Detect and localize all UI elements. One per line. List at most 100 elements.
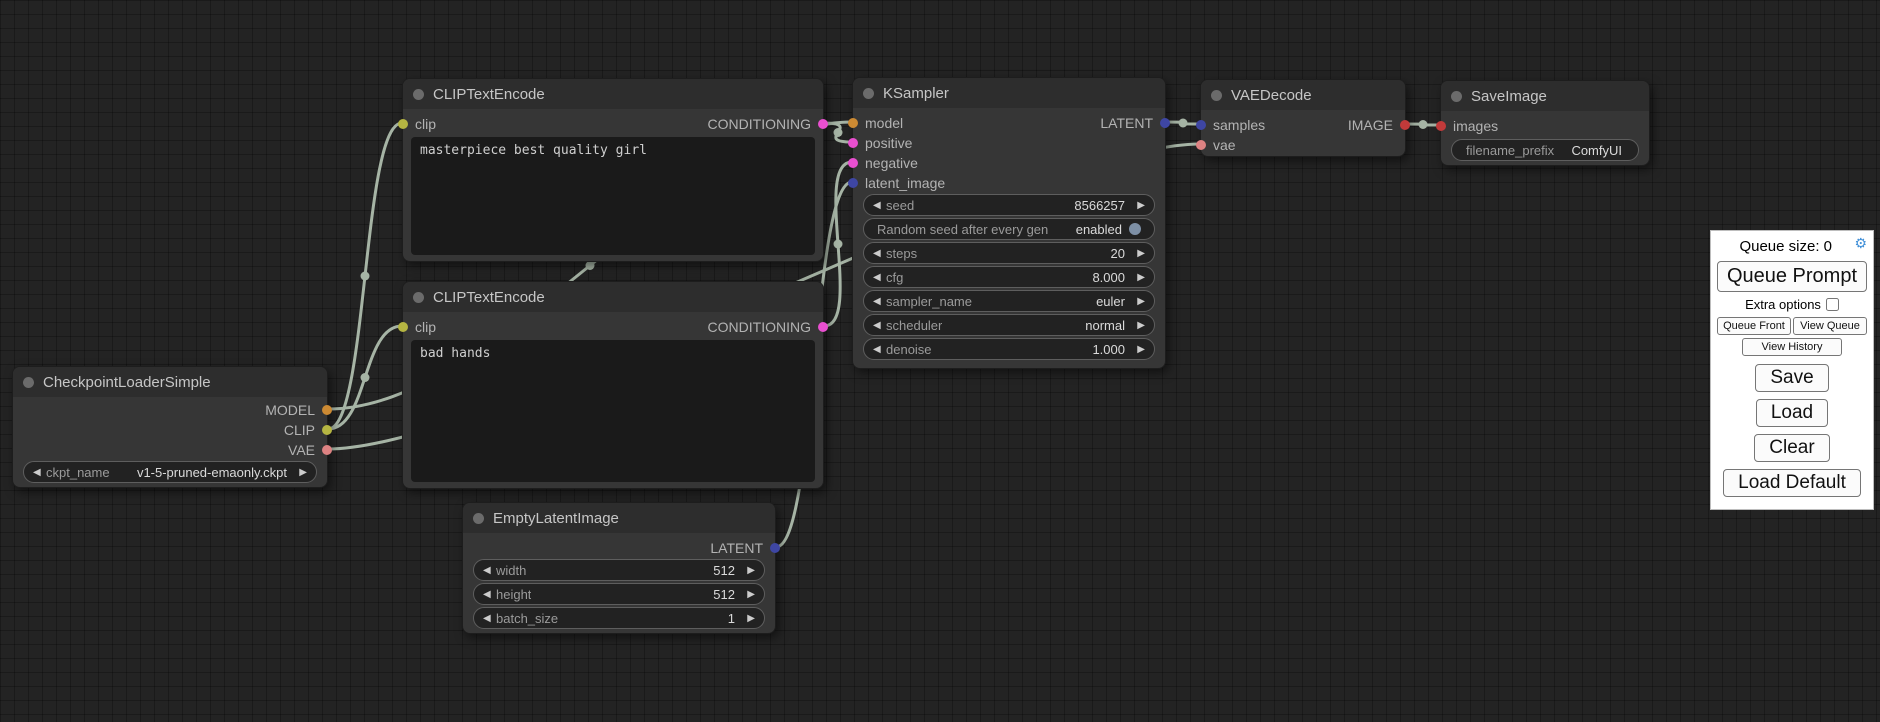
widget-label: batch_size (496, 611, 558, 626)
output-port-vae: VAE (288, 440, 327, 460)
increment-arrow-icon[interactable]: ▶ (1132, 200, 1145, 211)
view-queue-button[interactable]: View Queue (1793, 317, 1867, 335)
latent-port-dot-icon[interactable] (1160, 118, 1170, 128)
node-clip-text-encode-negative[interactable]: CLIPTextEncode clip CONDITIONING bad han… (402, 281, 824, 489)
output-port-conditioning: CONDITIONING (708, 114, 823, 134)
collapse-dot-icon[interactable] (1211, 90, 1222, 101)
node-clip-text-encode-positive[interactable]: CLIPTextEncode clip CONDITIONING masterp… (402, 78, 824, 262)
image-port-dot-icon[interactable] (1400, 120, 1410, 130)
node-save-image[interactable]: SaveImage images filename_prefix ComfyUI (1440, 80, 1650, 166)
collapse-dot-icon[interactable] (413, 89, 424, 100)
collapse-dot-icon[interactable] (863, 88, 874, 99)
widget-value: 8566257 (1067, 198, 1132, 213)
seed-widget[interactable]: ◀ seed 8566257 ▶ (863, 194, 1155, 216)
collapse-dot-icon[interactable] (1451, 91, 1462, 102)
node-vae-decode[interactable]: VAEDecode samples vae IMAGE (1200, 79, 1406, 157)
node-title-bar[interactable]: KSampler (853, 78, 1165, 108)
save-button[interactable]: Save (1755, 364, 1828, 392)
conditioning-port-dot-icon[interactable] (848, 158, 858, 168)
increment-arrow-icon[interactable]: ▶ (742, 565, 755, 576)
vae-port-dot-icon[interactable] (1196, 140, 1206, 150)
positive-prompt-textarea[interactable]: masterpiece best quality girl (411, 137, 815, 255)
comfyui-app: { "canvas": { "wire_color": "#a6b4a5", "… (0, 0, 1880, 722)
ckpt-name-widget[interactable]: ◀ ckpt_name v1-5-pruned-emaonly.ckpt ▶ (23, 461, 317, 483)
decrement-arrow-icon[interactable]: ◀ (873, 248, 886, 259)
port-label: vae (1213, 137, 1236, 153)
filename-prefix-widget[interactable]: filename_prefix ComfyUI (1451, 139, 1639, 161)
sampler-name-widget[interactable]: ◀ sampler_name euler ▶ (863, 290, 1155, 312)
latent-port-dot-icon[interactable] (770, 543, 780, 553)
decrement-arrow-icon[interactable]: ◀ (873, 272, 886, 283)
decrement-arrow-icon[interactable]: ◀ (483, 589, 496, 600)
image-port-dot-icon[interactable] (1436, 121, 1446, 131)
scheduler-widget[interactable]: ◀ scheduler normal ▶ (863, 314, 1155, 336)
negative-prompt-textarea[interactable]: bad hands (411, 340, 815, 482)
widget-label: steps (886, 246, 917, 261)
decrement-arrow-icon[interactable]: ◀ (483, 565, 496, 576)
conditioning-port-dot-icon[interactable] (818, 119, 828, 129)
increment-arrow-icon[interactable]: ▶ (1132, 272, 1145, 283)
collapse-dot-icon[interactable] (23, 377, 34, 388)
collapse-dot-icon[interactable] (413, 292, 424, 303)
increment-arrow-icon[interactable]: ▶ (1132, 344, 1145, 355)
increment-arrow-icon[interactable]: ▶ (294, 467, 307, 478)
view-history-button[interactable]: View History (1742, 338, 1842, 356)
node-title-bar[interactable]: CheckpointLoaderSimple (13, 367, 327, 397)
port-label: LATENT (710, 540, 763, 556)
decrement-arrow-icon[interactable]: ◀ (873, 344, 886, 355)
decrement-arrow-icon[interactable]: ◀ (873, 320, 886, 331)
toggle-indicator-dot-icon[interactable] (1129, 223, 1141, 235)
node-title-bar[interactable]: SaveImage (1441, 81, 1649, 111)
queue-prompt-button[interactable]: Queue Prompt (1717, 261, 1867, 292)
load-default-button[interactable]: Load Default (1723, 469, 1861, 497)
increment-arrow-icon[interactable]: ▶ (1132, 296, 1145, 307)
steps-widget[interactable]: ◀ steps 20 ▶ (863, 242, 1155, 264)
queue-front-button[interactable]: Queue Front (1717, 317, 1791, 335)
random-seed-toggle-widget[interactable]: Random seed after every gen enabled (863, 218, 1155, 240)
batch-size-widget[interactable]: ◀ batch_size 1 ▶ (473, 607, 765, 629)
node-title: CLIPTextEncode (433, 86, 545, 103)
cfg-widget[interactable]: ◀ cfg 8.000 ▶ (863, 266, 1155, 288)
node-empty-latent-image[interactable]: EmptyLatentImage LATENT ◀ width 512 ▶ ◀ … (462, 502, 776, 634)
increment-arrow-icon[interactable]: ▶ (742, 613, 755, 624)
input-port-positive: positive (853, 133, 912, 153)
increment-arrow-icon[interactable]: ▶ (742, 589, 755, 600)
decrement-arrow-icon[interactable]: ◀ (483, 613, 496, 624)
port-label: CONDITIONING (708, 116, 811, 132)
clip-port-dot-icon[interactable] (398, 119, 408, 129)
vae-port-dot-icon[interactable] (322, 445, 332, 455)
settings-gear-icon[interactable]: ⚙ (1854, 236, 1867, 250)
latent-port-dot-icon[interactable] (848, 178, 858, 188)
node-ksampler[interactable]: KSampler model positive negative latent_… (852, 77, 1166, 369)
node-title-bar[interactable]: CLIPTextEncode (403, 79, 823, 109)
widget-label: denoise (886, 342, 932, 357)
decrement-arrow-icon[interactable]: ◀ (873, 296, 886, 307)
denoise-widget[interactable]: ◀ denoise 1.000 ▶ (863, 338, 1155, 360)
node-title: KSampler (883, 85, 949, 102)
increment-arrow-icon[interactable]: ▶ (1132, 248, 1145, 259)
port-label: samples (1213, 117, 1265, 133)
node-title-bar[interactable]: EmptyLatentImage (463, 503, 775, 533)
output-port-clip: CLIP (284, 420, 327, 440)
model-port-dot-icon[interactable] (848, 118, 858, 128)
node-title-bar[interactable]: VAEDecode (1201, 80, 1405, 110)
extra-options-checkbox[interactable] (1826, 298, 1839, 311)
conditioning-port-dot-icon[interactable] (818, 322, 828, 332)
node-checkpoint-loader[interactable]: CheckpointLoaderSimple MODEL CLIP VAE ◀ … (12, 366, 328, 488)
model-port-dot-icon[interactable] (322, 405, 332, 415)
width-widget[interactable]: ◀ width 512 ▶ (473, 559, 765, 581)
decrement-arrow-icon[interactable]: ◀ (873, 200, 886, 211)
clip-port-dot-icon[interactable] (398, 322, 408, 332)
clip-port-dot-icon[interactable] (322, 425, 332, 435)
conditioning-port-dot-icon[interactable] (848, 138, 858, 148)
height-widget[interactable]: ◀ height 512 ▶ (473, 583, 765, 605)
collapse-dot-icon[interactable] (473, 513, 484, 524)
decrement-arrow-icon[interactable]: ◀ (33, 467, 46, 478)
widget-label: height (496, 587, 531, 602)
load-button[interactable]: Load (1756, 399, 1828, 427)
node-title-bar[interactable]: CLIPTextEncode (403, 282, 823, 312)
widget-value: 512 (706, 563, 742, 578)
latent-port-dot-icon[interactable] (1196, 120, 1206, 130)
clear-button[interactable]: Clear (1754, 434, 1829, 462)
increment-arrow-icon[interactable]: ▶ (1132, 320, 1145, 331)
